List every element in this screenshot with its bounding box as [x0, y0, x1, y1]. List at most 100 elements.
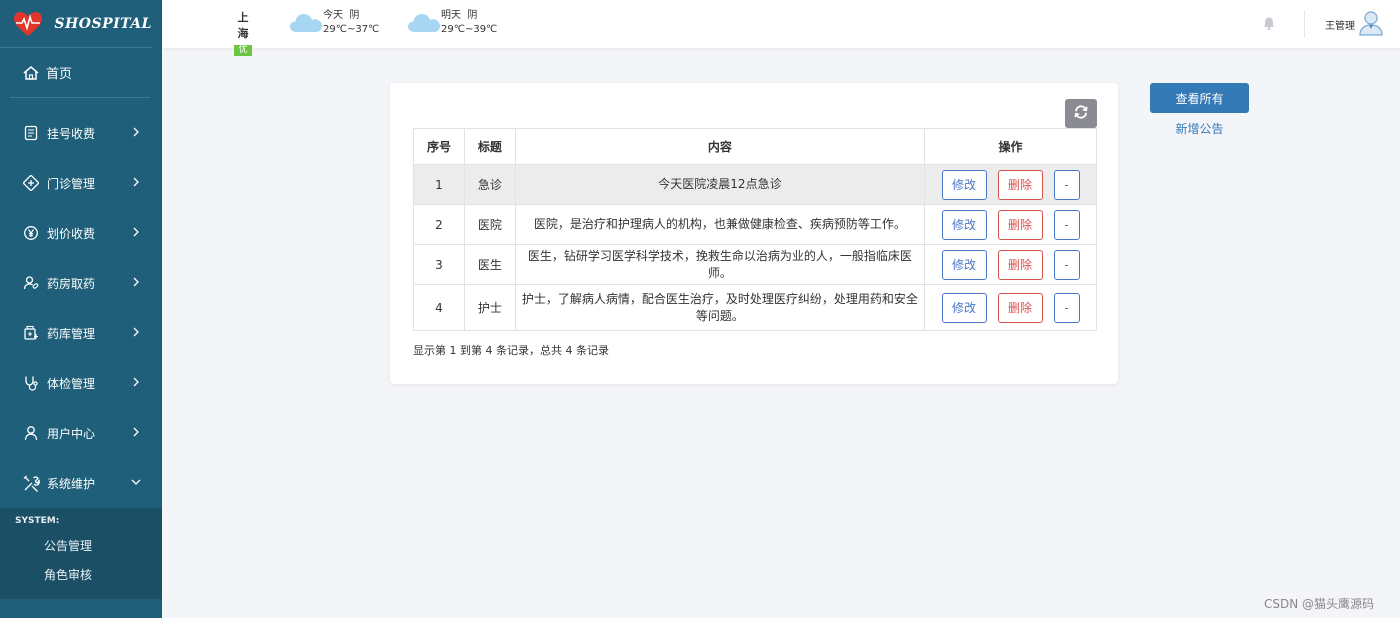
column-header-ops: 操作 — [924, 128, 1097, 165]
stethoscope-icon — [22, 374, 40, 392]
top-bar: 上海 优 今天 阴 29℃~37℃ 明天 阴 29℃~39℃ 王管理 — [162, 0, 1400, 56]
submenu-item-notice-management[interactable]: 公告管理 — [0, 532, 162, 561]
sidebar-item-label: 体检管理 — [47, 376, 96, 391]
weather-today-temp: 29℃~37℃ — [323, 24, 380, 35]
sidebar-item-label: 划价收费 — [47, 226, 96, 241]
weather-today-day: 今天 — [323, 10, 343, 21]
sidebar-item-label: 药库管理 — [47, 326, 96, 341]
topbar-divider — [1304, 10, 1305, 38]
user-pill-icon — [22, 274, 40, 292]
brand[interactable]: SHOSPITAL — [0, 0, 152, 48]
sidebar-item-home[interactable]: 首页 — [10, 48, 150, 98]
cell-ops: 修改 删除 - — [924, 204, 1097, 245]
more-button[interactable]: - — [1053, 249, 1080, 280]
sidebar-item-registration[interactable]: 挂号收费 — [0, 108, 162, 158]
table-header-row: 序号 标题 内容 操作 — [413, 128, 1097, 165]
table-row: 1 急诊 今天医院凌晨12点急诊 修改 删除 - — [413, 164, 1097, 205]
cell-index: 3 — [413, 244, 465, 285]
column-header-content[interactable]: 内容 — [514, 128, 926, 165]
cell-content: 护士，了解病人病情，配合医生治疗，及时处理医疗纠纷，处理用药和安全等问题。 — [514, 284, 926, 331]
sidebar-item-label: 系统维护 — [47, 476, 96, 491]
cell-ops: 修改 删除 - — [924, 244, 1097, 285]
chevron-right-icon — [130, 376, 142, 388]
cell-content: 医院，是治疗和护理病人的机构，也兼做健康检查、疾病预防等工作。 — [514, 204, 926, 245]
user-icon — [22, 424, 40, 442]
chevron-right-icon — [130, 426, 142, 438]
cell-ops: 修改 删除 - — [924, 164, 1097, 205]
cell-content: 今天医院凌晨12点急诊 — [514, 164, 926, 205]
city-name: 上海 — [237, 11, 249, 40]
delete-button[interactable]: 删除 — [997, 249, 1043, 280]
chevron-right-icon — [130, 126, 142, 138]
refresh-button[interactable] — [1065, 99, 1097, 128]
table-row: 2 医院 医院，是治疗和护理病人的机构，也兼做健康检查、疾病预防等工作。 修改 … — [413, 204, 1097, 245]
cell-index: 1 — [413, 164, 465, 205]
sidebar-item-label: 用户中心 — [47, 426, 96, 441]
column-header-title[interactable]: 标题 — [463, 128, 516, 165]
document-icon — [22, 124, 40, 142]
delete-button[interactable]: 删除 — [997, 169, 1043, 200]
delete-button[interactable]: 删除 — [997, 292, 1043, 323]
medicine-box-icon — [22, 324, 40, 342]
notice-table: 序号 标题 内容 操作 1 急诊 今天医院凌晨12点急诊 修改 删除 - 2 医… — [413, 128, 1097, 331]
sidebar-item-outpatient[interactable]: 门诊管理 — [0, 158, 162, 208]
aqi-badge: 优 — [234, 45, 252, 56]
sidebar-item-user-center[interactable]: 用户中心 — [0, 408, 162, 458]
sidebar-item-drug-storage[interactable]: 药库管理 — [0, 308, 162, 358]
cell-title: 护士 — [463, 284, 516, 331]
cell-index: 4 — [413, 284, 465, 331]
edit-button[interactable]: 修改 — [941, 292, 987, 323]
column-header-index[interactable]: 序号 — [413, 128, 465, 165]
add-notice-link[interactable]: 新增公告 — [1150, 120, 1249, 137]
bell-icon[interactable] — [1262, 15, 1276, 31]
table-row: 4 护士 护士，了解病人病情，配合医生治疗，及时处理医疗纠纷，处理用药和安全等问… — [413, 284, 1097, 331]
chevron-right-icon — [130, 176, 142, 188]
city-block: 上海 优 — [233, 9, 253, 56]
sidebar-item-label: 挂号收费 — [47, 126, 96, 141]
sidebar-item-label: 首页 — [46, 67, 73, 82]
edit-button[interactable]: 修改 — [941, 209, 987, 240]
sidebar-item-label: 门诊管理 — [47, 176, 96, 191]
sidebar-item-system[interactable]: 系统维护 — [0, 458, 162, 508]
watermark: CSDN @猫头鹰源码 — [1264, 597, 1375, 611]
sidebar-item-pharmacy[interactable]: 药房取药 — [0, 258, 162, 308]
sidebar: SHOSPITAL 首页 挂号收费 门诊管理 划价收费 药房取药 药库管理 体检… — [0, 0, 162, 618]
submenu-title: SYSTEM: — [15, 516, 60, 526]
cell-content: 医生，钻研学习医学科学技术，挽救生命以治病为业的人，一般指临床医师。 — [514, 244, 926, 285]
weather-tomorrow-day: 明天 — [441, 10, 461, 21]
cloud-icon — [407, 11, 441, 33]
cell-title: 医院 — [463, 204, 516, 245]
sidebar-item-pricing[interactable]: 划价收费 — [0, 208, 162, 258]
sidebar-item-label: 药房取药 — [47, 276, 96, 291]
refresh-icon — [1073, 104, 1089, 123]
edit-button[interactable]: 修改 — [941, 249, 987, 280]
weather-tomorrow-condition: 阴 — [467, 10, 478, 21]
submenu-item-role-review[interactable]: 角色审核 — [0, 561, 162, 590]
cell-ops: 修改 删除 - — [924, 284, 1097, 331]
weather-tomorrow: 明天 阴 29℃~39℃ — [407, 9, 497, 37]
delete-button[interactable]: 删除 — [997, 209, 1043, 240]
avatar[interactable] — [1359, 10, 1383, 36]
cloud-icon — [289, 11, 323, 33]
view-all-button[interactable]: 查看所有 — [1150, 83, 1249, 113]
medical-cross-icon — [22, 174, 40, 192]
more-button[interactable]: - — [1053, 209, 1080, 240]
notice-card: 序号 标题 内容 操作 1 急诊 今天医院凌晨12点急诊 修改 删除 - 2 医… — [390, 83, 1118, 384]
sidebar-item-checkup[interactable]: 体检管理 — [0, 358, 162, 408]
cell-title: 医生 — [463, 244, 516, 285]
brand-name: SHOSPITAL — [54, 15, 152, 32]
table-row: 3 医生 医生，钻研学习医学科学技术，挽救生命以治病为业的人，一般指临床医师。 … — [413, 244, 1097, 285]
cell-title: 急诊 — [463, 164, 516, 205]
home-icon — [22, 64, 40, 82]
tools-icon — [22, 474, 40, 492]
chevron-right-icon — [130, 276, 142, 288]
chevron-right-icon — [130, 226, 142, 238]
weather-today: 今天 阴 29℃~37℃ — [289, 9, 379, 37]
system-submenu: SYSTEM: 公告管理 角色审核 — [0, 508, 162, 599]
username[interactable]: 王管理 — [1325, 17, 1355, 32]
chevron-right-icon — [130, 326, 142, 338]
weather-tomorrow-temp: 29℃~39℃ — [441, 24, 498, 35]
edit-button[interactable]: 修改 — [941, 169, 987, 200]
more-button[interactable]: - — [1053, 292, 1080, 323]
more-button[interactable]: - — [1053, 169, 1080, 200]
